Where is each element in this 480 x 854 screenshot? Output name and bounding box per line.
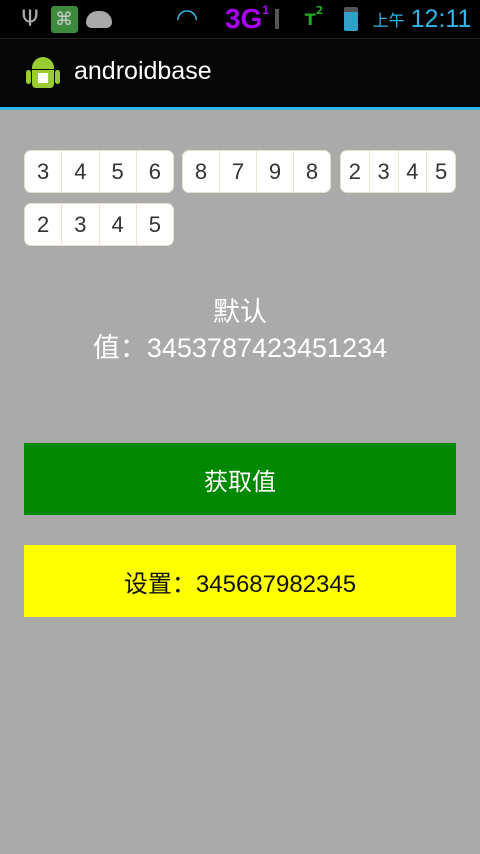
clock: 上午 12:11: [372, 4, 472, 33]
get-value-button[interactable]: 获取值: [24, 443, 456, 515]
battery-charging-icon: [342, 0, 360, 38]
digit-cell[interactable]: 5: [427, 151, 455, 192]
status-bar: Ψ ⌘ ◠ 3G 1 T2 上午 12:11: [0, 0, 480, 38]
bug-icon: ⌘: [50, 0, 78, 38]
digit-cell[interactable]: 4: [62, 151, 100, 192]
digit-cell[interactable]: 3: [370, 151, 399, 192]
digit-cell[interactable]: 8: [183, 151, 220, 192]
digit-cell[interactable]: 2: [25, 204, 63, 245]
set-value-button[interactable]: 设置：345687982345: [24, 545, 456, 617]
digit-cell[interactable]: 4: [100, 204, 137, 245]
number-group-3: 2 3 4 5: [340, 150, 456, 193]
digit-cell[interactable]: 8: [294, 151, 330, 192]
default-value-text: 默认 值：3453787423451234: [92, 297, 388, 363]
digit-cell[interactable]: 2: [341, 151, 370, 192]
number-group-4: 2 3 4 5: [24, 203, 174, 246]
action-bar: androidbase: [0, 38, 480, 110]
number-group-1: 3 4 5 6: [24, 150, 174, 193]
action-bar-divider: [0, 107, 480, 110]
wifi-icon: ◠: [175, 4, 199, 34]
number-group-2: 8 7 9 8: [182, 150, 331, 193]
3g-signal-icon: 3G 1: [212, 0, 292, 38]
digit-cell[interactable]: 9: [257, 151, 294, 192]
digit-cell[interactable]: 5: [100, 151, 137, 192]
digit-cell[interactable]: 3: [62, 204, 100, 245]
app-logo-icon[interactable]: [26, 53, 60, 95]
digit-cell[interactable]: 7: [220, 151, 257, 192]
usb-icon: Ψ: [21, 6, 39, 32]
digit-cell[interactable]: 5: [137, 204, 173, 245]
android-debug-icon: [85, 0, 113, 38]
digit-cell[interactable]: 4: [399, 151, 428, 192]
digit-cell[interactable]: 6: [137, 151, 173, 192]
app-title: androidbase: [74, 57, 212, 85]
sim2-no-signal-icon: T2: [304, 4, 324, 29]
digit-cell[interactable]: 3: [25, 151, 63, 192]
